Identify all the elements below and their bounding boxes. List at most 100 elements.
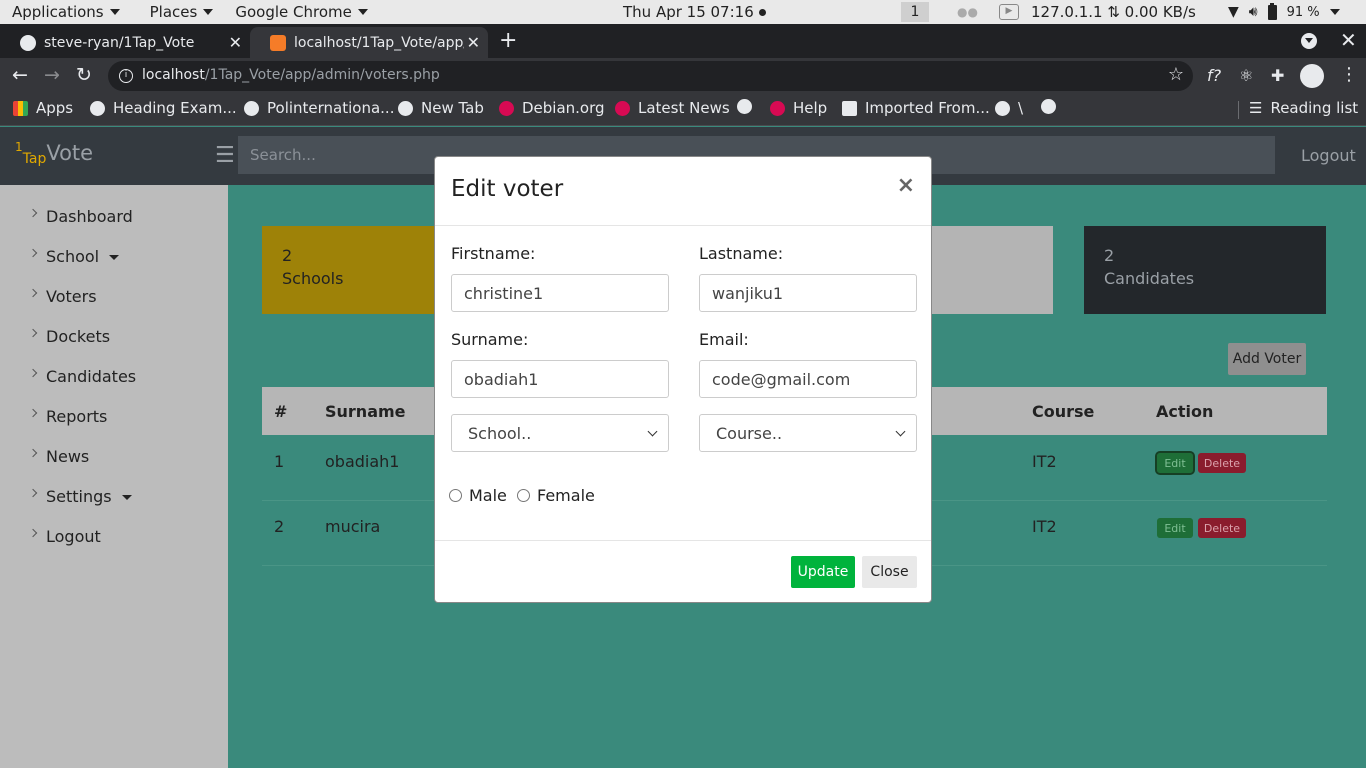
- brand-logo[interactable]: 1TapVote: [15, 140, 93, 167]
- sidebar-item-logout[interactable]: Logout: [0, 518, 228, 554]
- bookmark-new-tab[interactable]: New Tab: [398, 99, 484, 117]
- chevron-right-icon: [28, 328, 38, 338]
- schools-card[interactable]: 2 Schools: [262, 226, 434, 314]
- sidebar-item-label: Logout: [46, 526, 101, 546]
- candidates-card[interactable]: 2 Candidates: [1084, 226, 1326, 314]
- tab-localhost[interactable]: localhost/1Tap_Vote/app/ ✕: [250, 27, 488, 58]
- bookmark-label: \: [1018, 99, 1024, 117]
- new-tab-icon[interactable]: +: [499, 28, 517, 53]
- close-tab-icon[interactable]: ✕: [229, 33, 242, 52]
- bookmark-latest-news[interactable]: Latest News: [615, 99, 730, 117]
- sidebar-item-candidates[interactable]: Candidates: [0, 358, 228, 394]
- candidates-count: 2: [1104, 246, 1115, 265]
- places-menu[interactable]: Places: [150, 3, 214, 21]
- browser-app-menu[interactable]: Google Chrome: [235, 3, 368, 21]
- delete-button[interactable]: Delete: [1198, 453, 1246, 473]
- close-tab-icon[interactable]: ✕: [467, 33, 480, 52]
- profile-avatar-icon[interactable]: [1300, 64, 1324, 88]
- chevron-right-icon: [28, 528, 38, 538]
- bookmark-help[interactable]: Help: [770, 99, 827, 117]
- applications-menu[interactable]: Applications: [12, 3, 120, 21]
- window-close-icon[interactable]: ✕: [1340, 28, 1357, 52]
- forward-icon[interactable]: →: [44, 64, 60, 86]
- add-voter-button[interactable]: Add Voter: [1228, 343, 1306, 375]
- site-info-icon[interactable]: i: [119, 69, 133, 83]
- sidebar-item-news[interactable]: News: [0, 438, 228, 474]
- bookmark-debian[interactable]: Debian.org: [499, 99, 605, 117]
- tab-github[interactable]: steve-ryan/1Tap_Vote ✕: [0, 27, 250, 58]
- sidebar-item-dashboard[interactable]: Dashboard: [0, 198, 228, 234]
- course-select[interactable]: Course..: [699, 414, 917, 452]
- stats-card[interactable]: [931, 226, 1053, 314]
- debian-icon: [499, 100, 514, 116]
- sidebar-item-school[interactable]: School: [0, 238, 228, 274]
- media-play-icon[interactable]: ▶: [999, 4, 1019, 20]
- surname-field[interactable]: [451, 360, 669, 398]
- row-course: IT2: [1032, 517, 1057, 536]
- bookmark-backslash[interactable]: \: [995, 99, 1023, 117]
- clock-label: Thu Apr 15 07:16: [623, 3, 754, 21]
- row-num: 1: [274, 452, 285, 471]
- column-header-surname: Surname: [325, 402, 406, 421]
- workspace-indicator[interactable]: 1: [901, 2, 929, 22]
- sidebar-item-label: Voters: [46, 286, 97, 306]
- globe-icon: [995, 100, 1010, 116]
- update-button[interactable]: Update: [791, 556, 855, 588]
- address-bar[interactable]: i localhost/1Tap_Vote/app/admin/voters.p…: [108, 61, 1193, 91]
- email-label: Email:: [699, 330, 749, 349]
- edit-button[interactable]: Edit: [1157, 518, 1193, 538]
- sidebar-item-settings[interactable]: Settings: [0, 478, 228, 514]
- debian-icon: [615, 100, 630, 116]
- bookmark-star-icon[interactable]: ☆: [1168, 64, 1184, 85]
- react-extension-icon[interactable]: ⚛: [1239, 66, 1253, 85]
- people-icon[interactable]: ●●: [957, 5, 978, 19]
- hamburger-menu-icon[interactable]: ☰: [215, 143, 235, 168]
- bookmark-imported[interactable]: Imported From...: [842, 99, 990, 117]
- url-path: /1Tap_Vote/app/admin/voters.php: [204, 67, 440, 83]
- sidebar-item-label: News: [46, 446, 90, 466]
- places-label: Places: [149, 3, 198, 21]
- globe-icon: [244, 100, 259, 116]
- formula-extension-icon[interactable]: f?: [1207, 66, 1221, 85]
- close-button[interactable]: Close: [862, 556, 917, 588]
- close-icon[interactable]: ×: [897, 173, 915, 198]
- sidebar-item-dockets[interactable]: Dockets: [0, 318, 228, 354]
- lastname-field[interactable]: [699, 274, 917, 312]
- logout-link[interactable]: Logout: [1301, 146, 1356, 165]
- sidebar-item-label: Dashboard: [46, 206, 133, 226]
- sidebar-item-reports[interactable]: Reports: [0, 398, 228, 434]
- tab-title: steve-ryan/1Tap_Vote: [44, 34, 195, 51]
- male-radio[interactable]: [449, 489, 462, 502]
- browser-toolbar: ← → ↻ i localhost/1Tap_Vote/app/admin/vo…: [0, 58, 1366, 94]
- caret-down-icon: [109, 254, 120, 260]
- bookmark-globe-2[interactable]: [1041, 99, 1064, 114]
- row-surname: mucira: [325, 517, 381, 536]
- clock[interactable]: Thu Apr 15 07:16: [623, 3, 766, 21]
- reload-icon[interactable]: ↻: [76, 64, 92, 86]
- delete-button[interactable]: Delete: [1198, 518, 1246, 538]
- firstname-field[interactable]: [451, 274, 669, 312]
- bookmark-apps[interactable]: Apps: [13, 99, 73, 117]
- sidebar-item-voters[interactable]: Voters: [0, 278, 228, 314]
- browser-app-label: Google Chrome: [235, 3, 352, 21]
- row-course: IT2: [1032, 452, 1057, 471]
- tab-search-icon[interactable]: [1301, 33, 1317, 49]
- bookmarks-bar: Apps Heading Exam... Polinternationa... …: [0, 94, 1366, 126]
- bookmark-heading-exam[interactable]: Heading Exam...: [90, 99, 237, 117]
- extensions-puzzle-icon[interactable]: ✚: [1271, 66, 1284, 85]
- bookmark-polinternational[interactable]: Polinternationa...: [244, 99, 394, 117]
- bookmark-globe[interactable]: [737, 99, 760, 114]
- female-radio[interactable]: [517, 489, 530, 502]
- back-icon[interactable]: ←: [12, 64, 28, 86]
- bookmark-label: Apps: [36, 99, 74, 117]
- email-field[interactable]: [699, 360, 917, 398]
- reading-list[interactable]: ☰ Reading list: [1249, 99, 1358, 117]
- school-select[interactable]: School..: [451, 414, 669, 452]
- edit-button[interactable]: Edit: [1155, 451, 1195, 475]
- bookmark-label: Latest News: [638, 99, 730, 117]
- menu-kebab-icon[interactable]: ⋮: [1340, 64, 1358, 85]
- system-tray[interactable]: ▼ 🔊︎ 91 %: [1228, 2, 1340, 20]
- male-label: Male: [469, 486, 507, 505]
- url-text[interactable]: localhost/1Tap_Vote/app/admin/voters.php: [142, 67, 440, 83]
- battery-icon: [1267, 2, 1277, 20]
